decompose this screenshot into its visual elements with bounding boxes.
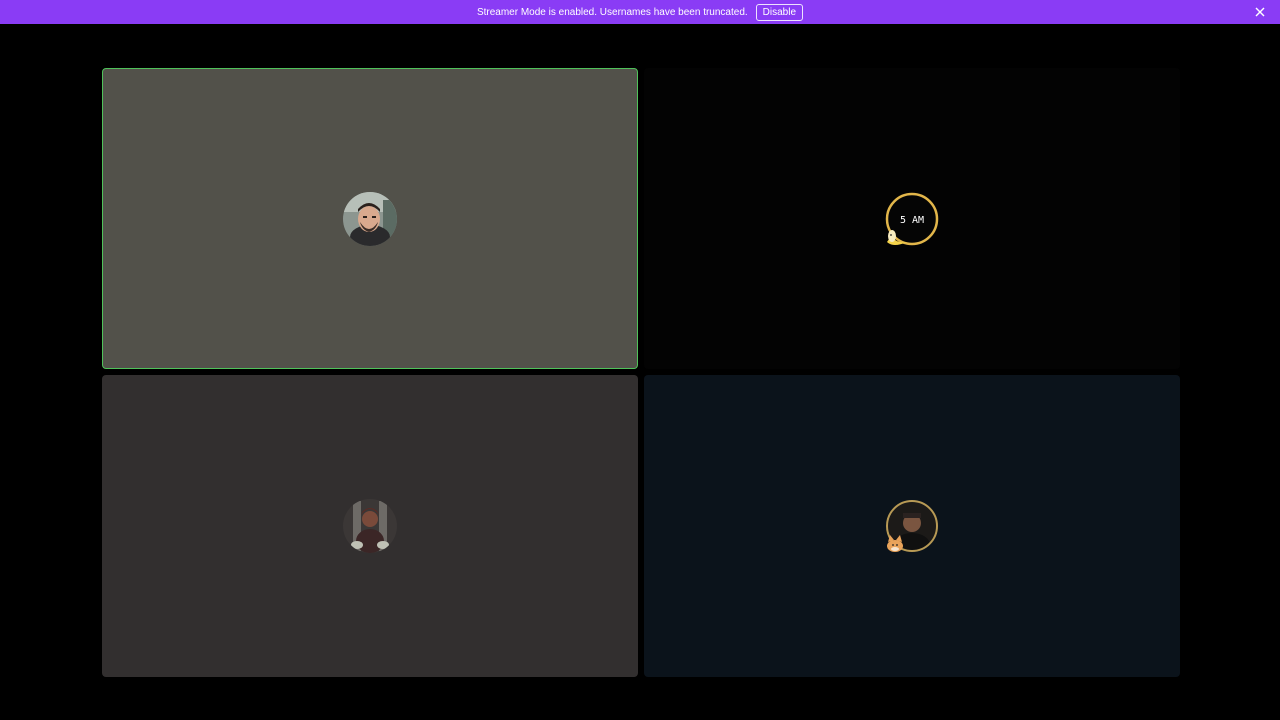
- user-webcam-avatar-icon: [343, 191, 397, 246]
- video-call-grid: 5 AM: [0, 24, 1280, 720]
- streamer-mode-message: Streamer Mode is enabled. Usernames have…: [476, 6, 748, 18]
- close-icon[interactable]: [1252, 4, 1268, 20]
- avatar-clock-text: 5 AM: [900, 215, 924, 226]
- participant-tile-1[interactable]: [102, 68, 638, 369]
- streamer-mode-banner: Streamer Mode is enabled. Usernames have…: [0, 0, 1280, 24]
- participant-tile-3[interactable]: [102, 375, 638, 677]
- disable-streamer-mode-button[interactable]: Disable: [755, 3, 804, 21]
- character-avatar-icon: [343, 499, 397, 553]
- cat-frame-avatar-icon: [885, 499, 939, 553]
- participant-tile-2[interactable]: 5 AM: [644, 68, 1180, 369]
- banana-clock-avatar-icon: 5 AM: [885, 192, 939, 246]
- participant-tile-4[interactable]: [644, 375, 1180, 677]
